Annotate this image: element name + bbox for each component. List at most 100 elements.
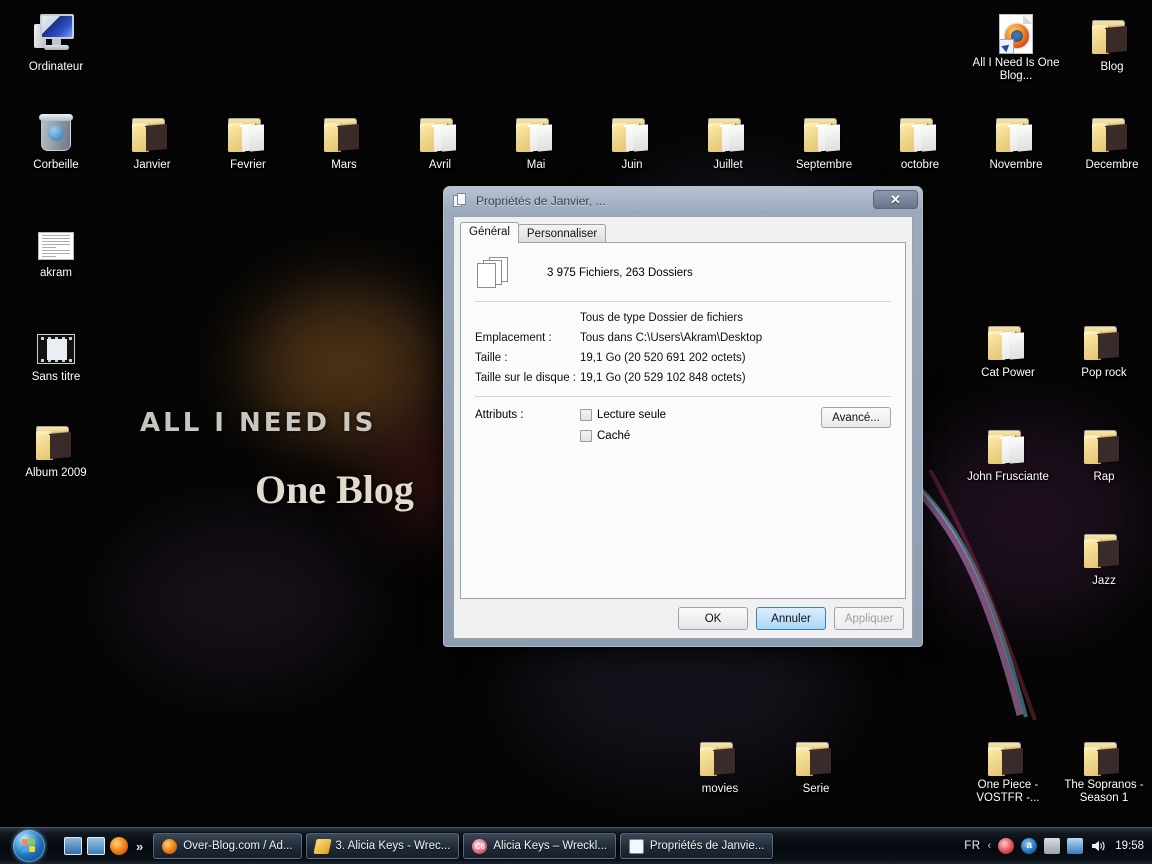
dialog-tabstrip[interactable]: Général Personnaliser xyxy=(460,222,912,243)
desktop-icon-label: octobre xyxy=(900,159,940,171)
desktop-icon[interactable]: Mars xyxy=(296,104,392,173)
attributes-checkbox-group[interactable]: Lecture seule Caché xyxy=(580,409,666,451)
advanced-button[interactable]: Avancé... xyxy=(821,407,891,428)
antivirus-icon[interactable] xyxy=(998,838,1015,854)
apply-button[interactable]: Appliquer xyxy=(834,607,904,630)
field-size-on-disk: Taille sur le disque : 19,1 Go (20 529 1… xyxy=(475,364,891,396)
desktop-icon[interactable]: Blog xyxy=(1064,6,1152,75)
desktop-icon-label: Blog xyxy=(1100,61,1124,73)
start-button[interactable] xyxy=(2,829,56,863)
desktop-icon[interactable]: Juin xyxy=(584,104,680,173)
cancel-button[interactable]: Annuler xyxy=(756,607,826,630)
switch-windows-icon[interactable] xyxy=(87,837,105,855)
folder-photo-icon xyxy=(1064,104,1152,152)
task-button-list[interactable]: Over-Blog.com / Ad... 3. Alicia Keys - W… xyxy=(153,833,964,859)
desktop-icon[interactable]: movies xyxy=(672,728,768,797)
tab-personnaliser[interactable]: Personnaliser xyxy=(517,224,607,243)
volume-icon[interactable] xyxy=(1090,838,1106,854)
desktop-icon[interactable]: One Piece - VOSTFR -... xyxy=(960,728,1056,806)
desktop-icon[interactable]: Pop rock xyxy=(1056,312,1152,381)
desktop-icon[interactable]: Fevrier xyxy=(200,104,296,173)
checkbox-row-hidden[interactable]: Caché xyxy=(580,430,666,442)
field-size-value: 19,1 Go (20 520 691 202 octets) xyxy=(580,352,746,364)
folder-photo-icon xyxy=(104,104,200,152)
desktop-icon[interactable]: Janvier xyxy=(104,104,200,173)
task-button[interactable]: C6 Alicia Keys – Wreckl... xyxy=(463,833,616,859)
desktop-icon[interactable]: John Frusciante xyxy=(960,416,1056,485)
folder-icon xyxy=(584,104,680,152)
desktop-icon-label: Juin xyxy=(621,159,643,171)
tab-general[interactable]: Général xyxy=(460,222,519,243)
desktop-icon-label: Avril xyxy=(428,159,452,171)
clock[interactable]: 19:58 xyxy=(1115,840,1144,852)
attributes-section: Attributs : Lecture seule Caché Avancé..… xyxy=(475,397,891,451)
firefox-icon[interactable] xyxy=(110,837,128,855)
properties-dialog[interactable]: Propriétés de Janvier, ... ✕ Général Per… xyxy=(443,186,923,647)
desktop-icon-label: Cat Power xyxy=(981,367,1035,379)
desktop-icon-label: akram xyxy=(40,267,72,279)
desktop-icon-label: Rap xyxy=(1093,471,1115,483)
wallpaper-cable xyxy=(905,470,1037,720)
hidden-checkbox[interactable] xyxy=(580,430,592,442)
quick-launch-overflow-icon[interactable]: » xyxy=(136,839,143,854)
task-button[interactable]: Propriétés de Janvie... xyxy=(619,833,774,859)
task-button[interactable]: Over-Blog.com / Ad... xyxy=(153,833,302,859)
network-icon[interactable] xyxy=(1067,838,1084,854)
field-size-on-disk-label: Taille sur le disque : xyxy=(475,372,576,384)
language-indicator[interactable]: FR xyxy=(964,840,980,852)
desktop-icon[interactable]: Decembre xyxy=(1064,104,1152,173)
wallpaper-glow xyxy=(250,290,440,440)
file-count-summary: 3 975 Fichiers, 263 Dossiers xyxy=(547,267,693,279)
tray-square-icon[interactable] xyxy=(1044,838,1061,854)
desktop-icon[interactable]: Avril xyxy=(392,104,488,173)
desktop-icon[interactable]: Ordinateur xyxy=(8,6,104,75)
desktop-icon[interactable]: akram xyxy=(8,212,104,281)
desktop-icon[interactable]: octobre xyxy=(872,104,968,173)
dialog-button-bar[interactable]: OK Annuler Appliquer xyxy=(678,607,904,630)
amazon-icon[interactable]: a xyxy=(1021,838,1038,854)
folder-photo-icon xyxy=(1056,312,1152,360)
tray-overflow-icon[interactable]: ‹ xyxy=(988,840,992,852)
desktop-icon[interactable]: Album 2009 xyxy=(8,412,104,481)
desktop-icon-label: One Piece - VOSTFR -... xyxy=(976,779,1040,804)
desktop-icon-label: All I Need Is One Blog... xyxy=(972,57,1060,82)
firefox-icon xyxy=(162,838,178,854)
desktop-icon[interactable]: Cat Power xyxy=(960,312,1056,381)
desktop-icon[interactable]: The Sopranos - Season 1 xyxy=(1056,728,1152,806)
close-icon[interactable]: ✕ xyxy=(873,190,918,209)
readonly-checkbox[interactable] xyxy=(580,409,592,421)
desktop-icon[interactable]: Mai xyxy=(488,104,584,173)
hidden-label: Caché xyxy=(597,430,631,442)
system-tray[interactable]: FR ‹ a 19:58 xyxy=(964,838,1144,854)
dialog-titlebar[interactable]: Propriétés de Janvier, ... ✕ xyxy=(444,187,922,214)
desktop-icon[interactable]: Corbeille xyxy=(8,104,104,173)
task-button[interactable]: 3. Alicia Keys - Wrec... xyxy=(305,833,460,859)
file-stack-icon xyxy=(477,257,511,289)
desktop-icon[interactable]: Serie xyxy=(768,728,864,797)
checkbox-row-readonly[interactable]: Lecture seule xyxy=(580,409,666,421)
desktop-icon[interactable]: Jazz xyxy=(1056,520,1152,589)
folder-photo-icon xyxy=(1056,416,1152,464)
desktop-icon-label: Fevrier xyxy=(230,159,266,171)
desktop-icon[interactable]: Septembre xyxy=(776,104,872,173)
desktop-icon[interactable]: Sans titre xyxy=(8,316,104,385)
desktop-icon[interactable]: All I Need Is One Blog... xyxy=(968,6,1064,84)
taskbar[interactable]: » Over-Blog.com / Ad... 3. Alicia Keys -… xyxy=(0,827,1152,864)
ok-button[interactable]: OK xyxy=(678,607,748,630)
firefox-shortcut-icon xyxy=(968,6,1064,54)
field-size-on-disk-value: 19,1 Go (20 529 102 848 octets) xyxy=(580,372,746,384)
tab-panel-general: 3 975 Fichiers, 263 Dossiers Tous de typ… xyxy=(460,242,906,599)
desktop-icon[interactable]: Juillet xyxy=(680,104,776,173)
task-label: Propriétés de Janvie... xyxy=(649,840,765,852)
field-type: Tous de type Dossier de fichiers xyxy=(475,302,891,324)
picture-icon xyxy=(8,316,104,364)
desktop-icon[interactable]: Novembre xyxy=(968,104,1064,173)
folder-photo-icon xyxy=(960,728,1056,776)
desktop-icon[interactable]: Rap xyxy=(1056,416,1152,485)
quick-launch-bar[interactable] xyxy=(64,837,128,855)
show-desktop-icon[interactable] xyxy=(64,837,82,855)
windows-logo-icon xyxy=(13,830,45,862)
folder-photo-icon xyxy=(1056,728,1152,776)
desktop-icon-label: Juillet xyxy=(713,159,743,171)
desktop-icon-label: John Frusciante xyxy=(967,471,1049,483)
